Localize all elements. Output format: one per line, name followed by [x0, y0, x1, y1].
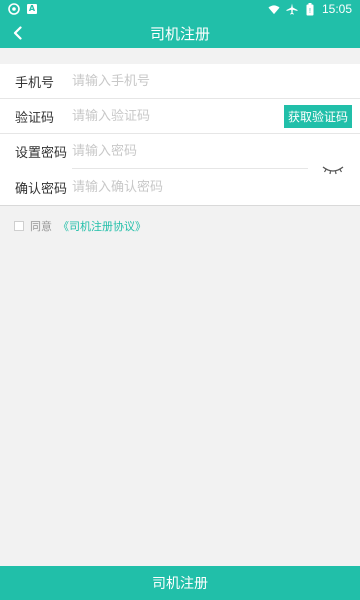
get-code-button[interactable]: 获取验证码	[284, 105, 352, 128]
eye-closed-icon[interactable]	[322, 162, 344, 176]
registration-form: 手机号 验证码 获取验证码 设置密码 确认密码	[0, 64, 360, 206]
password-input[interactable]	[72, 139, 302, 164]
password-row: 设置密码	[0, 134, 360, 169]
nav-bar: 司机注册	[0, 18, 360, 48]
agree-text: 同意	[30, 220, 52, 233]
page-title: 司机注册	[149, 24, 210, 43]
phone-input[interactable]	[72, 69, 342, 93]
svg-text:!: !	[309, 8, 311, 15]
confirm-password-input[interactable]	[72, 175, 302, 199]
wifi-icon	[268, 3, 280, 15]
code-input[interactable]	[72, 104, 272, 128]
back-arrow-icon[interactable]	[6, 21, 30, 45]
password-label: 设置密码	[15, 146, 68, 161]
confirm-label: 确认密码	[15, 181, 68, 197]
airplane-icon	[286, 3, 298, 15]
register-button[interactable]: 司机注册	[0, 566, 360, 600]
status-bar: A ! 15:05	[0, 0, 360, 18]
phone-label: 手机号	[15, 75, 55, 91]
notification-a-icon: A	[27, 4, 37, 14]
battery-icon: !	[304, 2, 316, 15]
confirm-row: 确认密码	[0, 169, 360, 204]
agreement-link[interactable]: 《司机注册协议》	[58, 218, 146, 234]
vpn-icon	[8, 3, 20, 15]
code-label: 验证码	[15, 110, 55, 126]
agreement-row: 同意 《司机注册协议》	[14, 218, 146, 234]
agreement-checkbox[interactable]	[14, 221, 24, 231]
status-time: 15:05	[321, 2, 352, 16]
code-row: 验证码 获取验证码	[0, 99, 360, 134]
phone-row: 手机号	[0, 64, 360, 99]
